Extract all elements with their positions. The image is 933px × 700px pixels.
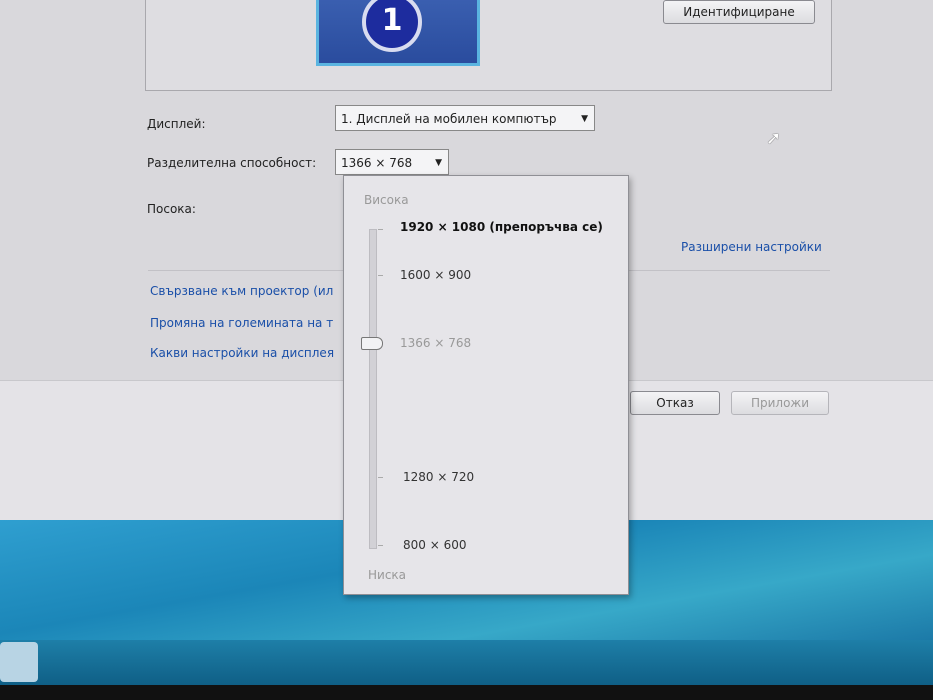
projector-link[interactable]: Свързване към проектор (ил	[150, 284, 333, 298]
tick	[378, 545, 383, 546]
resolution-option-selected[interactable]: 1366 × 768	[400, 336, 471, 350]
resolution-popup: Висока 1920 × 1080 (препоръчва се) 1600 …	[343, 175, 629, 595]
display-settings-help-link[interactable]: Какви настройки на дисплея	[150, 346, 334, 360]
low-label: Ниска	[368, 568, 407, 582]
screen-bezel	[0, 685, 933, 700]
text-size-link[interactable]: Промяна на големината на т	[150, 316, 333, 330]
resolution-slider-track[interactable]	[369, 229, 377, 549]
resolution-option[interactable]: 1920 × 1080 (препоръчва се)	[400, 220, 603, 234]
chevron-down-icon: ▼	[581, 114, 588, 124]
chevron-down-icon: ▼	[435, 158, 442, 168]
taskbar	[0, 640, 933, 685]
display-select[interactable]: 1. Дисплей на мобилен компютър ▼	[335, 105, 595, 131]
advanced-settings-link[interactable]: Разширени настройки	[681, 240, 822, 254]
identify-button[interactable]: Идентифициране	[663, 0, 815, 24]
resolution-label: Разделителна способност:	[147, 156, 317, 170]
resolution-select-value: 1366 × 768	[341, 156, 413, 170]
high-label: Висока	[364, 193, 409, 207]
taskbar-app-icon[interactable]	[0, 642, 38, 682]
tick	[378, 229, 383, 230]
cancel-button[interactable]: Отказ	[630, 391, 720, 415]
resolution-option[interactable]: 1600 × 900	[400, 268, 471, 282]
resolution-option[interactable]: 1280 × 720	[403, 470, 474, 484]
display-label: Дисплей:	[147, 117, 206, 131]
display-select-value: 1. Дисплей на мобилен компютър	[341, 112, 557, 126]
resolution-select[interactable]: 1366 × 768 ▼	[335, 149, 449, 175]
tick	[378, 275, 383, 276]
resolution-option[interactable]: 800 × 600	[403, 538, 467, 552]
resolution-slider-thumb[interactable]	[361, 337, 383, 350]
tick	[378, 477, 383, 478]
orientation-label: Посока:	[147, 202, 196, 216]
mouse-cursor-icon: ➚	[766, 128, 782, 149]
apply-button[interactable]: Приложи	[731, 391, 829, 415]
